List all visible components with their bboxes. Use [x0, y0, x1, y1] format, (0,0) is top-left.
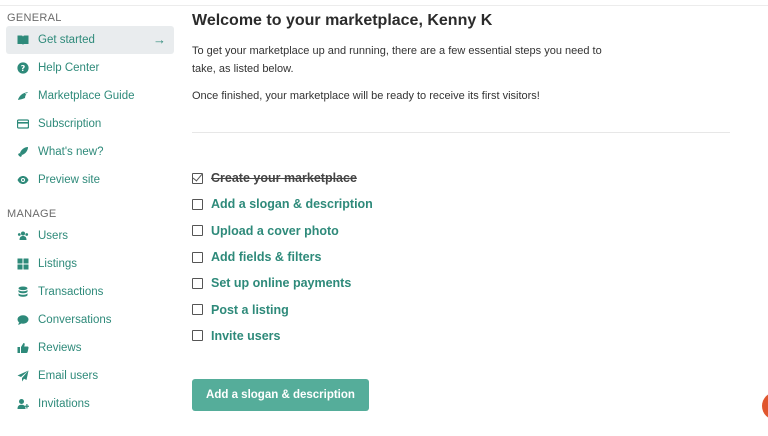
checklist-item-label: Create your marketplace [211, 171, 357, 186]
sidebar-item-listings[interactable]: Listings [6, 250, 174, 278]
arrow-right-icon: → [153, 32, 166, 47]
sidebar-item-label: Get started [38, 34, 95, 46]
sidebar-item-preview-site[interactable]: Preview site [6, 166, 174, 194]
checkbox-icon [192, 198, 203, 210]
sidebar-item-label: Transactions [38, 286, 104, 298]
checklist-item-label: Add fields & filters [211, 250, 322, 265]
credit-card-icon [16, 117, 30, 131]
checklist-item-cover-photo[interactable]: Upload a cover photo [192, 218, 732, 244]
sidebar-item-label: Email users [38, 370, 99, 382]
bird-icon [16, 89, 30, 103]
sidebar: GENERAL Get started → ? Help Center Mark… [0, 10, 180, 418]
checkbox-icon [192, 304, 203, 316]
svg-text:?: ? [21, 64, 26, 73]
checkbox-icon [192, 277, 203, 289]
checklist-item-create-marketplace[interactable]: Create your marketplace [192, 165, 732, 191]
checklist-item-slogan-description[interactable]: Add a slogan & description [192, 191, 732, 217]
sidebar-item-label: Listings [38, 258, 77, 270]
users-icon [16, 229, 30, 243]
sidebar-item-help-center[interactable]: ? Help Center [6, 54, 174, 82]
sidebar-item-users[interactable]: Users [6, 222, 174, 250]
setup-checklist: Create your marketplace Add a slogan & d… [192, 165, 732, 349]
checkbox-checked-icon [192, 172, 203, 184]
sidebar-item-label: Preview site [38, 174, 100, 186]
rocket-icon [16, 145, 30, 159]
top-border [0, 0, 768, 6]
page-title: Welcome to your marketplace, Kenny K [192, 12, 493, 29]
intro-text: To get your marketplace up and running, … [192, 45, 602, 75]
checkbox-icon [192, 225, 203, 237]
divider [192, 132, 730, 133]
checklist-item-label: Invite users [211, 328, 281, 343]
paper-plane-icon [16, 369, 30, 383]
sidebar-item-whats-new[interactable]: What's new? [6, 138, 174, 166]
sidebar-item-conversations[interactable]: Conversations [6, 306, 174, 334]
checklist-item-post-listing[interactable]: Post a listing [192, 296, 732, 322]
intro-text-secondary: Once finished, your marketplace will be … [192, 90, 540, 102]
sidebar-item-label: What's new? [38, 146, 104, 158]
checkbox-icon [192, 330, 203, 342]
sidebar-item-email-users[interactable]: Email users [6, 362, 174, 390]
question-icon: ? [16, 61, 30, 75]
sidebar-item-reviews[interactable]: Reviews [6, 334, 174, 362]
sidebar-item-label: Help Center [38, 62, 100, 74]
user-plus-icon [16, 397, 30, 411]
section-title-general: GENERAL [7, 12, 62, 24]
checklist-item-label: Add a slogan & description [211, 197, 373, 212]
database-icon [16, 285, 30, 299]
sidebar-item-marketplace-guide[interactable]: Marketplace Guide [6, 82, 174, 110]
checkbox-icon [192, 251, 203, 263]
sidebar-item-label: Conversations [38, 314, 112, 326]
grid-icon [16, 257, 30, 271]
sidebar-item-get-started[interactable]: Get started → [6, 26, 174, 54]
checklist-item-label: Post a listing [211, 302, 289, 317]
sidebar-item-label: Reviews [38, 342, 82, 354]
sidebar-item-label: Subscription [38, 118, 102, 130]
sidebar-item-label: Users [38, 230, 69, 242]
sidebar-item-transactions[interactable]: Transactions [6, 278, 174, 306]
checklist-item-label: Upload a cover photo [211, 223, 339, 238]
checklist-item-invite-users[interactable]: Invite users [192, 323, 732, 349]
add-slogan-description-button[interactable]: Add a slogan & description [192, 379, 369, 411]
main-content: Welcome to your marketplace, Kenny K To … [192, 10, 732, 411]
sidebar-item-subscription[interactable]: Subscription [6, 110, 174, 138]
sidebar-item-label: Invitations [38, 398, 90, 410]
eye-icon [16, 173, 30, 187]
section-title-manage: MANAGE [7, 208, 57, 220]
help-chat-button[interactable] [762, 392, 768, 420]
sidebar-item-label: Marketplace Guide [38, 90, 135, 102]
checklist-item-fields-filters[interactable]: Add fields & filters [192, 244, 732, 270]
checklist-item-online-payments[interactable]: Set up online payments [192, 270, 732, 296]
thumbs-up-icon [16, 341, 30, 355]
sidebar-item-invitations[interactable]: Invitations [6, 390, 174, 418]
chat-icon [16, 313, 30, 327]
checklist-item-label: Set up online payments [211, 276, 352, 291]
book-icon [16, 33, 30, 47]
